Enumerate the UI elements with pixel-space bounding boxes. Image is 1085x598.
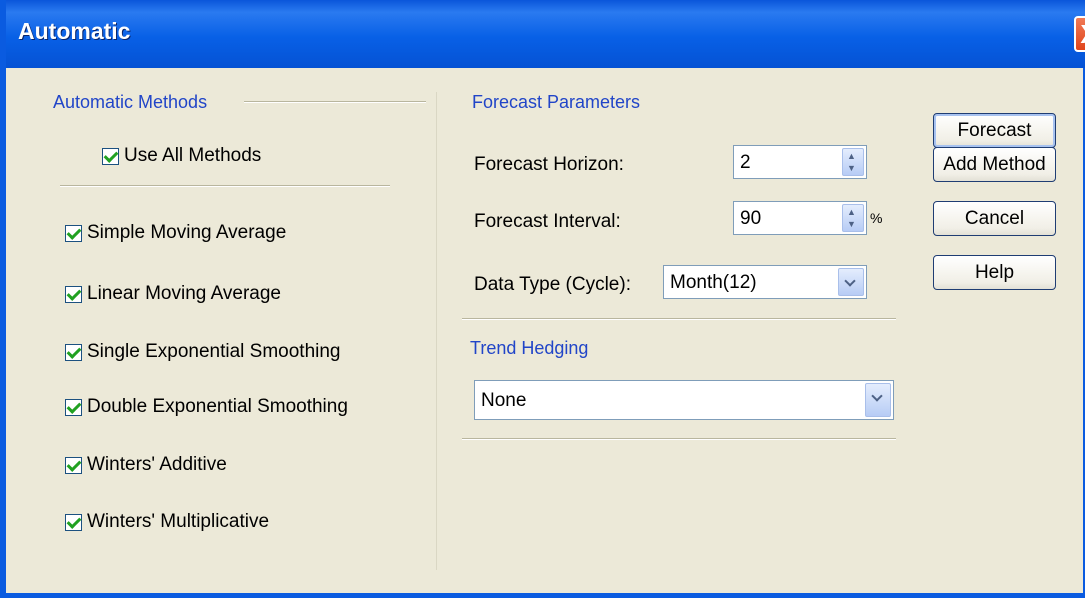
use-all-methods-checkbox[interactable]: Use All Methods [102, 143, 261, 169]
use-all-methods-label: Use All Methods [124, 145, 262, 166]
spin-updown-icon[interactable]: ▲ ▼ [842, 148, 864, 176]
window-title: Automatic [18, 18, 131, 44]
method-checkbox-winters-multiplicative[interactable]: Winters' Multiplicative [65, 509, 269, 535]
group-vertical-divider [436, 92, 437, 570]
method-checkbox-single-exponential-smoothing[interactable]: Single Exponential Smoothing [65, 339, 341, 365]
data-type-value[interactable]: Month(12) [670, 272, 757, 294]
close-button[interactable]: X [1074, 16, 1085, 52]
forecast-horizon-spinner[interactable]: 2 ▲ ▼ [733, 145, 867, 179]
forecast-interval-value[interactable]: 90 [740, 208, 761, 230]
trend-hedging-label: Trend Hedging [470, 338, 589, 358]
checkbox-check-icon[interactable] [65, 224, 82, 242]
use-all-methods-check-icon[interactable] [102, 147, 119, 165]
cancel-button[interactable]: Cancel [933, 201, 1056, 236]
add-method-button[interactable]: Add Method [933, 147, 1056, 182]
method-label: Winters' Multiplicative [87, 511, 270, 532]
method-label: Linear Moving Average [87, 283, 281, 304]
spin-updown-icon[interactable]: ▲ ▼ [842, 204, 864, 232]
method-checkbox-double-exponential-smoothing[interactable]: Double Exponential Smoothing [65, 394, 348, 420]
data-type-combobox[interactable]: Month(12) [663, 265, 867, 299]
forecast-button[interactable]: Forecast [933, 113, 1056, 148]
checkbox-check-icon[interactable] [65, 285, 82, 303]
window-bottom-border [6, 593, 1085, 598]
method-checkbox-linear-moving-average[interactable]: Linear Moving Average [65, 281, 281, 307]
checkbox-check-icon[interactable] [65, 398, 82, 416]
method-checkbox-winters-additive[interactable]: Winters' Additive [65, 452, 227, 478]
checkbox-check-icon[interactable] [65, 343, 82, 361]
help-button[interactable]: Help [933, 255, 1056, 290]
percent-unit: % [870, 210, 883, 226]
automatic-methods-divider [244, 101, 426, 103]
checkbox-check-icon[interactable] [65, 513, 82, 531]
chevron-down-icon[interactable] [838, 268, 864, 296]
method-label: Single Exponential Smoothing [87, 341, 341, 362]
checkbox-check-icon[interactable] [65, 456, 82, 474]
method-label: Winters' Additive [87, 454, 227, 475]
method-label: Double Exponential Smoothing [87, 396, 348, 417]
automatic-methods-label: Automatic Methods [53, 92, 208, 112]
chevron-down-icon[interactable] [865, 383, 891, 417]
use-all-divider [60, 185, 390, 187]
forecast-horizon-value[interactable]: 2 [740, 152, 751, 174]
forecast-horizon-label: Forecast Horizon: [474, 154, 624, 175]
trend-hedging-combobox[interactable]: None [474, 380, 894, 420]
method-checkbox-simple-moving-average[interactable]: Simple Moving Average [65, 220, 286, 246]
trend-hedging-value[interactable]: None [481, 390, 526, 412]
forecast-parameters-label: Forecast Parameters [472, 92, 641, 112]
automatic-dialog: Automatic X Automatic Methods Use All Me… [0, 0, 1085, 598]
forecast-parameters-divider [462, 318, 896, 320]
forecast-interval-label: Forecast Interval: [474, 211, 621, 232]
title-bar[interactable]: Automatic [6, 0, 1085, 68]
forecast-interval-spinner[interactable]: 90 ▲ ▼ [733, 201, 867, 235]
close-icon: X [1080, 19, 1085, 49]
trend-hedging-divider [462, 438, 896, 440]
data-type-label: Data Type (Cycle): [474, 274, 631, 295]
method-label: Simple Moving Average [87, 222, 287, 243]
